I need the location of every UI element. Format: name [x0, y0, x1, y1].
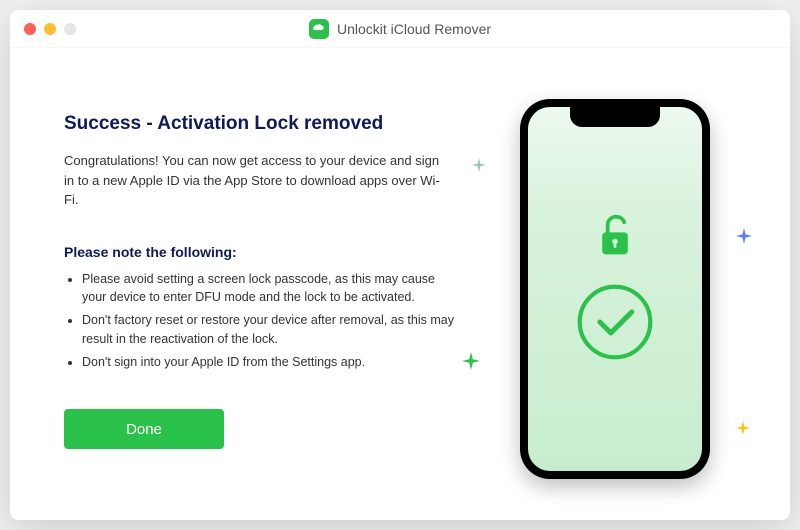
maximize-button[interactable] [64, 23, 76, 35]
illustration-panel [490, 88, 740, 490]
notes-heading: Please note the following: [64, 244, 470, 260]
minimize-button[interactable] [44, 23, 56, 35]
content-area: Success - Activation Lock removed Congra… [10, 48, 790, 520]
unlock-icon [596, 214, 634, 258]
window-controls [24, 23, 76, 35]
sparkle-decoration [736, 421, 750, 435]
phone-notch [570, 107, 660, 127]
close-button[interactable] [24, 23, 36, 35]
note-item: Please avoid setting a screen lock passc… [82, 270, 462, 308]
title-container: Unlockit iCloud Remover [309, 19, 491, 39]
checkmark-circle-icon [573, 280, 657, 364]
window-title: Unlockit iCloud Remover [337, 21, 491, 37]
success-heading: Success - Activation Lock removed [64, 113, 470, 135]
note-item: Don't sign into your Apple ID from the S… [82, 353, 462, 372]
phone-illustration [520, 99, 710, 479]
success-description: Congratulations! You can now get access … [64, 151, 444, 210]
left-panel: Success - Activation Lock removed Congra… [64, 88, 470, 490]
titlebar: Unlockit iCloud Remover [10, 10, 790, 48]
sparkle-decoration [736, 228, 752, 244]
sparkle-decoration [472, 158, 486, 172]
done-button[interactable]: Done [64, 409, 224, 449]
notes-list: Please avoid setting a screen lock passc… [82, 270, 462, 372]
app-icon [309, 19, 329, 39]
sparkle-decoration [462, 352, 480, 370]
app-window: Unlockit iCloud Remover Success - Activa… [10, 10, 790, 520]
phone-screen [528, 107, 702, 471]
note-item: Don't factory reset or restore your devi… [82, 311, 462, 349]
